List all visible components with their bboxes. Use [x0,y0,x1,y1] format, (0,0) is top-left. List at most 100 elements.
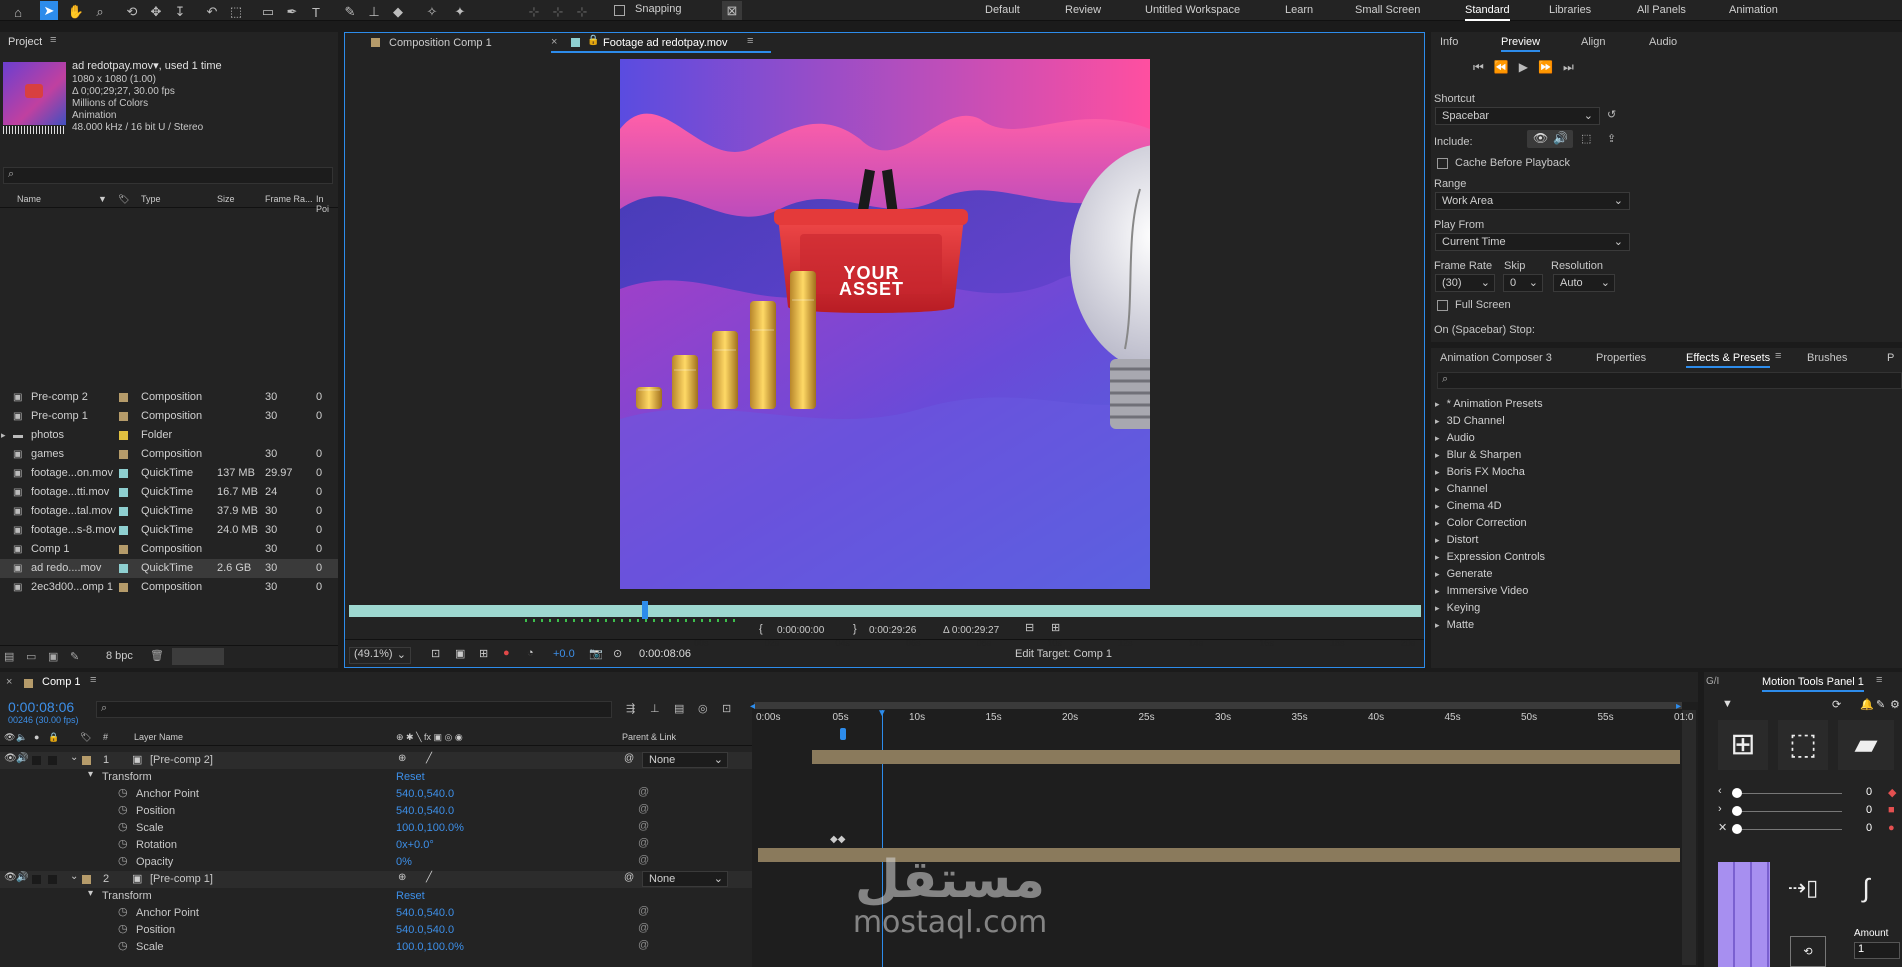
expression-icon[interactable]: @ [638,786,649,798]
column-frame-rate[interactable]: Frame Ra... [265,194,313,204]
playhead-handle[interactable]: ▼ [877,708,887,719]
panel-menu-icon[interactable]: ≡ [1775,350,1781,362]
work-area-start-handle[interactable]: ◂ [750,701,755,712]
comp-tab[interactable]: Composition Comp 1 [345,33,555,53]
workspace-learn[interactable]: Learn [1285,0,1313,21]
pickwhip-icon[interactable]: @ [624,753,634,764]
motion-panel-title[interactable]: Motion Tools Panel 1 [1762,676,1864,692]
sort-icon[interactable]: ▼ [98,194,107,204]
tab-audio[interactable]: Audio [1649,36,1677,48]
label-color-swatch[interactable] [119,488,128,497]
interpret-footage-icon[interactable]: ▤ [4,650,14,663]
expression-icon[interactable]: @ [638,905,649,917]
label-color-swatch[interactable] [119,545,128,554]
slider-row-1[interactable]: ‹ 0 ◆ [1718,785,1898,800]
label-column-icon[interactable]: 🏷 [118,194,129,205]
puppet-tool-icon[interactable]: ✦ [452,4,468,20]
zoom-dropdown[interactable]: (49.1%) ⌄ [349,647,411,664]
effects-search-input[interactable]: ⌕ [1437,372,1902,389]
effect-category[interactable]: ▸ Expression Controls [1435,551,1545,563]
slider-row-2[interactable]: › 0 ■ [1718,803,1898,818]
property-value[interactable]: 540.0,540.0 [396,924,454,936]
work-area-bar[interactable] [754,702,1682,709]
current-time-field[interactable]: 0:00:08:06 [639,648,691,660]
axis-view-icon[interactable]: ⊹ [574,4,590,20]
slider-value-3[interactable]: 0 [1866,822,1872,834]
effect-category[interactable]: ▸ Distort [1435,534,1478,546]
property-value[interactable]: 100.0,100.0% [396,822,464,834]
reset-link[interactable]: Reset [396,771,425,783]
expand-chevron-icon[interactable]: ⌄ [70,871,78,882]
tab-properties[interactable]: Properties [1596,352,1646,364]
project-item[interactable]: ▣ footage...s-8.mov QuickTime 24.0 MB 30… [0,521,338,540]
expression-icon[interactable]: @ [638,854,649,866]
label-color-swatch[interactable] [119,431,128,440]
show-snapshot-icon[interactable]: ⊙ [613,647,622,660]
slider-knob[interactable] [1732,824,1742,834]
property-value[interactable]: 540.0,540.0 [396,788,454,800]
stopwatch-icon[interactable]: ◷ [118,922,128,935]
label-color-swatch[interactable] [119,450,128,459]
layer-label-swatch[interactable] [82,875,91,884]
tab-align[interactable]: Align [1581,36,1605,48]
circle-icon[interactable]: ● [1888,822,1895,834]
slider-knob[interactable] [1732,806,1742,816]
slider-value-1[interactable]: 0 [1866,786,1872,798]
folder-expand-icon[interactable]: ▸ [1,426,6,445]
amount-input[interactable]: 1 [1854,942,1900,959]
effect-category[interactable]: ▸ Cinema 4D [1435,500,1502,512]
tab-brushes[interactable]: Brushes [1807,352,1847,364]
brush-tool-icon[interactable]: ✎ [342,4,358,20]
slider-row-3[interactable]: ✕ 0 ● [1718,822,1898,836]
workspace-libraries[interactable]: Libraries [1549,0,1591,21]
project-item[interactable]: ▸ ▬ photos Folder [0,426,338,445]
reset-link[interactable]: Reset [396,890,425,902]
motion-dropdown-icon[interactable]: ▼ [1722,698,1733,710]
layer-row[interactable]: 👁 🔊 ⌄ 1 ▣ [Pre-comp 2] ⊕ ╱ @ None ⌄ [0,752,752,769]
project-item[interactable]: ▣ ad redo....mov QuickTime 2.6 GB 30 0 [0,559,338,578]
workspace-all-panels[interactable]: All Panels [1637,0,1686,21]
close-tab-icon[interactable]: × [6,676,12,688]
shortcut-dropdown[interactable]: Spacebar ⌄ [1435,107,1600,125]
axis-icon[interactable]: ⊹ [526,4,542,20]
full-screen-checkbox[interactable] [1437,299,1448,311]
project-item[interactable]: ▣ footage...on.mov QuickTime 137 MB 29.9… [0,464,338,483]
property-value[interactable]: 0% [396,856,412,868]
slider-knob[interactable] [1732,788,1742,798]
tab-overflow[interactable]: P [1887,352,1894,364]
ripple-insert-icon[interactable]: ⊟ [1025,621,1034,634]
column-in-point[interactable]: In Poi [316,194,338,214]
project-item[interactable]: ▣ games Composition 30 0 [0,445,338,464]
footage-tab[interactable]: × 🔒 Footage ad redotpay.mov ≡ [551,33,771,53]
project-item[interactable]: ▣ 2ec3d00...omp 1 Composition 30 0 [0,578,338,597]
first-frame-icon[interactable]: ⏮ [1473,60,1494,74]
axis-world-icon[interactable]: ⊹ [550,4,566,20]
new-comp-icon[interactable]: ▣ [48,650,58,663]
timeline-tab-menu-icon[interactable]: ≡ [90,674,96,686]
solo-toggle[interactable] [32,875,41,884]
cache-checkbox-row[interactable]: Cache Before Playback [1437,157,1570,169]
parent-link-column[interactable]: Parent & Link [622,732,676,742]
workspace-review[interactable]: Review [1065,0,1101,21]
track-layer-2[interactable] [758,848,1680,862]
audio-icon[interactable]: 🔊 [16,872,28,883]
reset-exposure-icon[interactable]: ◔ [527,647,534,659]
draft-3d-icon[interactable]: ⊥ [650,702,660,715]
region-of-interest-icon[interactable]: ⊡ [431,647,440,660]
stopwatch-icon[interactable]: ◷ [118,854,128,867]
slider-track[interactable] [1732,829,1842,830]
effect-category[interactable]: ▸ Channel [1435,483,1488,495]
layer-row[interactable]: 👁 🔊 ⌄ 2 ▣ [Pre-comp 1] ⊕ ╱ @ None ⌄ [0,871,752,888]
include-overlays-icon[interactable]: ⬚ [1581,132,1591,145]
resolution-dropdown[interactable]: Auto ⌄ [1553,274,1615,292]
column-size[interactable]: Size [217,194,235,204]
stopwatch-icon[interactable]: ◷ [118,820,128,833]
guide-options-icon[interactable]: ⊞ [479,647,488,660]
include-export-icon[interactable]: ⇪ [1607,132,1616,145]
property-value[interactable]: 540.0,540.0 [396,907,454,919]
audio-icon[interactable]: 🔊 [16,753,28,764]
last-frame-icon[interactable]: ⏭ [1563,60,1584,74]
solo-toggle[interactable] [32,756,41,765]
track-scrollbar[interactable] [1682,710,1696,965]
stopwatch-icon[interactable]: ◷ [118,905,128,918]
